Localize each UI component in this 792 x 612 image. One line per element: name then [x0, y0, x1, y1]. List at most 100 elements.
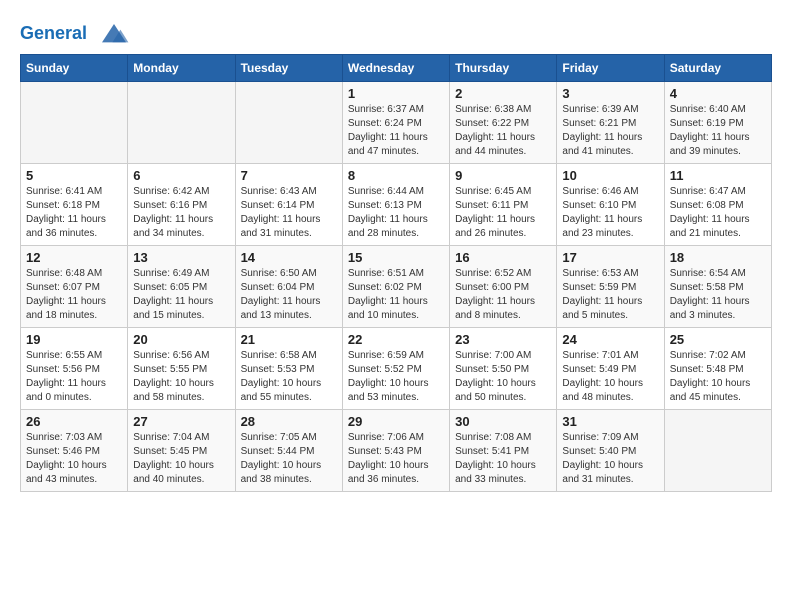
- calendar-cell: 31 Sunrise: 7:09 AM Sunset: 5:40 PM Dayli…: [557, 410, 664, 492]
- day-number: 4: [670, 86, 766, 101]
- day-number: 3: [562, 86, 658, 101]
- calendar-cell: 28 Sunrise: 7:05 AM Sunset: 5:44 PM Dayli…: [235, 410, 342, 492]
- day-info: Sunrise: 7:06 AM Sunset: 5:43 PM Dayligh…: [348, 431, 444, 487]
- day-info: Sunrise: 6:38 AM Sunset: 6:22 PM Dayligh…: [455, 103, 551, 159]
- calendar-cell: 3 Sunrise: 6:39 AM Sunset: 6:21 PM Daylig…: [557, 82, 664, 164]
- logo: General: [20, 20, 132, 44]
- day-info: Sunrise: 6:39 AM Sunset: 6:21 PM Dayligh…: [562, 103, 658, 159]
- calendar-cell: 13 Sunrise: 6:49 AM Sunset: 6:05 PM Dayli…: [128, 246, 235, 328]
- calendar-cell: 26 Sunrise: 7:03 AM Sunset: 5:46 PM Dayli…: [21, 410, 128, 492]
- day-number: 28: [241, 414, 337, 429]
- day-number: 23: [455, 332, 551, 347]
- calendar-cell: 14Sunrise: 6:50 AM Sunset: 6:04 PM Dayli…: [235, 246, 342, 328]
- day-info: Sunrise: 6:52 AM Sunset: 6:00 PM Dayligh…: [455, 267, 551, 323]
- weekday-header-tuesday: Tuesday: [235, 55, 342, 82]
- calendar-table: SundayMondayTuesdayWednesdayThursdayFrid…: [20, 54, 772, 492]
- day-number: 13: [133, 250, 229, 265]
- day-info: Sunrise: 6:43 AM Sunset: 6:14 PM Dayligh…: [241, 185, 337, 241]
- day-info: Sunrise: 6:40 AM Sunset: 6:19 PM Dayligh…: [670, 103, 766, 159]
- day-info: Sunrise: 6:58 AM Sunset: 5:53 PM Dayligh…: [241, 349, 337, 405]
- day-info: Sunrise: 6:51 AM Sunset: 6:02 PM Dayligh…: [348, 267, 444, 323]
- day-number: 1: [348, 86, 444, 101]
- day-number: 11: [670, 168, 766, 183]
- day-info: Sunrise: 7:00 AM Sunset: 5:50 PM Dayligh…: [455, 349, 551, 405]
- day-number: 8: [348, 168, 444, 183]
- day-info: Sunrise: 6:46 AM Sunset: 6:10 PM Dayligh…: [562, 185, 658, 241]
- day-number: 21: [241, 332, 337, 347]
- day-info: Sunrise: 7:02 AM Sunset: 5:48 PM Dayligh…: [670, 349, 766, 405]
- day-number: 30: [455, 414, 551, 429]
- day-info: Sunrise: 6:48 AM Sunset: 6:07 PM Dayligh…: [26, 267, 122, 323]
- calendar-cell: 2 Sunrise: 6:38 AM Sunset: 6:22 PM Daylig…: [450, 82, 557, 164]
- day-info: Sunrise: 7:08 AM Sunset: 5:41 PM Dayligh…: [455, 431, 551, 487]
- day-number: 26: [26, 414, 122, 429]
- calendar-cell: 18 Sunrise: 6:54 AM Sunset: 5:58 PM Dayli…: [664, 246, 771, 328]
- day-number: 12: [26, 250, 122, 265]
- day-info: Sunrise: 6:53 AM Sunset: 5:59 PM Dayligh…: [562, 267, 658, 323]
- weekday-header-sunday: Sunday: [21, 55, 128, 82]
- calendar-cell: 16 Sunrise: 6:52 AM Sunset: 6:00 PM Dayli…: [450, 246, 557, 328]
- calendar-cell: 4 Sunrise: 6:40 AM Sunset: 6:19 PM Daylig…: [664, 82, 771, 164]
- day-info: Sunrise: 7:04 AM Sunset: 5:45 PM Dayligh…: [133, 431, 229, 487]
- day-number: 7: [241, 168, 337, 183]
- calendar-cell: 1Sunrise: 6:37 AM Sunset: 6:24 PM Daylig…: [342, 82, 449, 164]
- day-number: 25: [670, 332, 766, 347]
- weekday-header-friday: Friday: [557, 55, 664, 82]
- day-number: 5: [26, 168, 122, 183]
- calendar-cell: 30 Sunrise: 7:08 AM Sunset: 5:41 PM Dayli…: [450, 410, 557, 492]
- day-number: 15: [348, 250, 444, 265]
- day-info: Sunrise: 6:55 AM Sunset: 5:56 PM Dayligh…: [26, 349, 122, 405]
- day-number: 17: [562, 250, 658, 265]
- day-info: Sunrise: 6:42 AM Sunset: 6:16 PM Dayligh…: [133, 185, 229, 241]
- day-info: Sunrise: 6:45 AM Sunset: 6:11 PM Dayligh…: [455, 185, 551, 241]
- calendar-cell: [128, 82, 235, 164]
- day-info: Sunrise: 6:49 AM Sunset: 6:05 PM Dayligh…: [133, 267, 229, 323]
- day-info: Sunrise: 7:01 AM Sunset: 5:49 PM Dayligh…: [562, 349, 658, 405]
- calendar-cell: [664, 410, 771, 492]
- day-number: 19: [26, 332, 122, 347]
- day-number: 31: [562, 414, 658, 429]
- day-info: Sunrise: 7:09 AM Sunset: 5:40 PM Dayligh…: [562, 431, 658, 487]
- calendar-cell: 21 Sunrise: 6:58 AM Sunset: 5:53 PM Dayli…: [235, 328, 342, 410]
- calendar-cell: 11 Sunrise: 6:47 AM Sunset: 6:08 PM Dayli…: [664, 164, 771, 246]
- week-row-3: 12 Sunrise: 6:48 AM Sunset: 6:07 PM Dayli…: [21, 246, 772, 328]
- calendar-cell: 5 Sunrise: 6:41 AM Sunset: 6:18 PM Daylig…: [21, 164, 128, 246]
- calendar-cell: 9 Sunrise: 6:45 AM Sunset: 6:11 PM Daylig…: [450, 164, 557, 246]
- calendar-cell: 6 Sunrise: 6:42 AM Sunset: 6:16 PM Daylig…: [128, 164, 235, 246]
- day-info: Sunrise: 6:54 AM Sunset: 5:58 PM Dayligh…: [670, 267, 766, 323]
- day-number: 6: [133, 168, 229, 183]
- day-number: 27: [133, 414, 229, 429]
- day-info: Sunrise: 7:03 AM Sunset: 5:46 PM Dayligh…: [26, 431, 122, 487]
- day-number: 29: [348, 414, 444, 429]
- calendar-cell: 7 Sunrise: 6:43 AM Sunset: 6:14 PM Daylig…: [235, 164, 342, 246]
- day-number: 10: [562, 168, 658, 183]
- header: General: [20, 20, 772, 44]
- calendar-cell: 25 Sunrise: 7:02 AM Sunset: 5:48 PM Dayli…: [664, 328, 771, 410]
- week-row-4: 19 Sunrise: 6:55 AM Sunset: 5:56 PM Dayli…: [21, 328, 772, 410]
- calendar-cell: 19 Sunrise: 6:55 AM Sunset: 5:56 PM Dayli…: [21, 328, 128, 410]
- weekday-header-wednesday: Wednesday: [342, 55, 449, 82]
- week-row-1: 1Sunrise: 6:37 AM Sunset: 6:24 PM Daylig…: [21, 82, 772, 164]
- day-number: 18: [670, 250, 766, 265]
- calendar-cell: 10 Sunrise: 6:46 AM Sunset: 6:10 PM Dayli…: [557, 164, 664, 246]
- day-info: Sunrise: 7:05 AM Sunset: 5:44 PM Dayligh…: [241, 431, 337, 487]
- calendar-cell: 8Sunrise: 6:44 AM Sunset: 6:13 PM Daylig…: [342, 164, 449, 246]
- week-row-5: 26 Sunrise: 7:03 AM Sunset: 5:46 PM Dayli…: [21, 410, 772, 492]
- weekday-header-monday: Monday: [128, 55, 235, 82]
- day-number: 2: [455, 86, 551, 101]
- day-number: 16: [455, 250, 551, 265]
- day-info: Sunrise: 6:59 AM Sunset: 5:52 PM Dayligh…: [348, 349, 444, 405]
- weekday-header-row: SundayMondayTuesdayWednesdayThursdayFrid…: [21, 55, 772, 82]
- calendar-cell: 23 Sunrise: 7:00 AM Sunset: 5:50 PM Dayli…: [450, 328, 557, 410]
- day-number: 9: [455, 168, 551, 183]
- calendar-cell: 22 Sunrise: 6:59 AM Sunset: 5:52 PM Dayli…: [342, 328, 449, 410]
- day-info: Sunrise: 6:56 AM Sunset: 5:55 PM Dayligh…: [133, 349, 229, 405]
- calendar-cell: 17 Sunrise: 6:53 AM Sunset: 5:59 PM Dayli…: [557, 246, 664, 328]
- day-info: Sunrise: 6:47 AM Sunset: 6:08 PM Dayligh…: [670, 185, 766, 241]
- day-number: 22: [348, 332, 444, 347]
- calendar-cell: 24Sunrise: 7:01 AM Sunset: 5:49 PM Dayli…: [557, 328, 664, 410]
- day-info: Sunrise: 6:41 AM Sunset: 6:18 PM Dayligh…: [26, 185, 122, 241]
- calendar-cell: 27 Sunrise: 7:04 AM Sunset: 5:45 PM Dayli…: [128, 410, 235, 492]
- day-number: 20: [133, 332, 229, 347]
- logo-text: General: [20, 20, 132, 48]
